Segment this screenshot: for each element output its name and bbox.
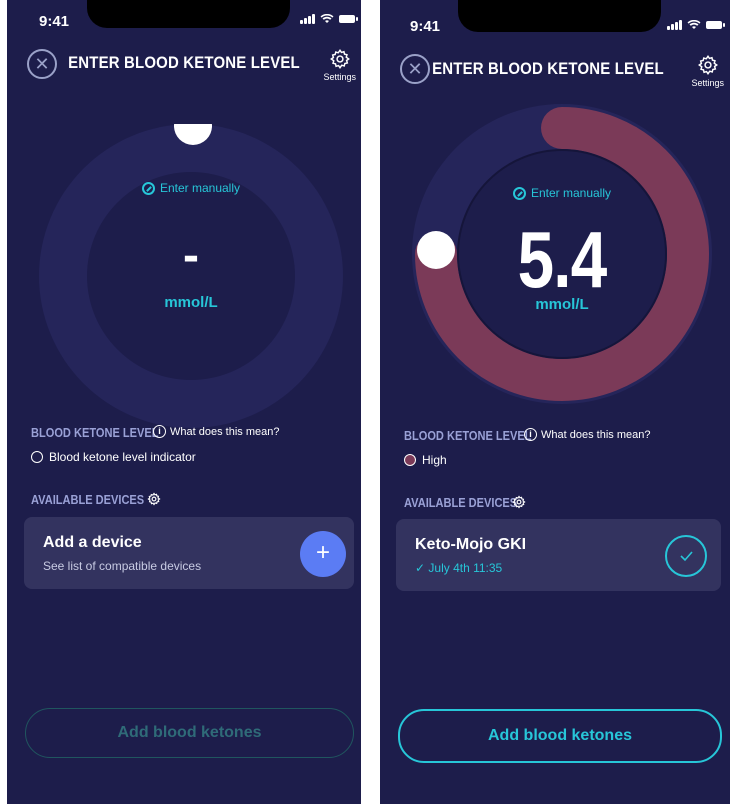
ketone-value: 5.4: [517, 215, 608, 304]
devices-gear-icon[interactable]: [512, 495, 526, 509]
status-time: 9:41: [39, 13, 70, 30]
ketone-unit: mmol/L: [535, 296, 589, 313]
page-title: ENTER BLOOD KETONE LEVEL: [432, 59, 664, 78]
signal-icon: [667, 20, 682, 30]
settings-button[interactable]: Settings: [323, 48, 356, 82]
ketone-dial[interactable]: Enter manually - mmol/L: [39, 124, 343, 428]
notch: [458, 0, 661, 32]
settings-label: Settings: [323, 72, 356, 82]
level-indicator: High: [404, 453, 447, 467]
check-icon: ✓: [415, 561, 429, 575]
page-title: ENTER BLOOD KETONE LEVEL: [68, 53, 300, 72]
system-icons: [667, 20, 725, 30]
info-icon: i: [153, 425, 166, 438]
available-devices-label: AVAILABLE DEVICES: [404, 495, 518, 510]
add-blood-ketones-button[interactable]: Add blood ketones: [398, 709, 722, 763]
gear-icon: [697, 55, 718, 75]
indicator-dot: [404, 454, 416, 466]
add-device-card[interactable]: Add a device See list of compatible devi…: [24, 517, 354, 589]
device-name: Add a device: [43, 534, 142, 551]
notch: [87, 0, 290, 28]
indicator-dot: [31, 451, 43, 463]
checkmark-icon: [680, 551, 693, 562]
device-selected-toggle[interactable]: [665, 535, 707, 577]
add-device-button[interactable]: +: [300, 531, 346, 577]
add-blood-ketones-button[interactable]: Add blood ketones: [25, 708, 354, 758]
blood-ketone-level-label: BLOOD KETONE LEVEL: [404, 428, 532, 443]
plus-icon: +: [315, 539, 330, 566]
edit-icon: [141, 182, 155, 196]
what-does-this-mean-link[interactable]: i What does this mean?: [153, 425, 279, 438]
wifi-icon: [320, 14, 334, 23]
wifi-icon: [687, 20, 701, 29]
device-card-keto-mojo[interactable]: Keto-Mojo GKI ✓ July 4th 11:35: [396, 519, 721, 591]
system-icons: [300, 14, 358, 24]
blood-ketone-level-label: BLOOD KETONE LEVEL: [31, 425, 159, 440]
phone-screen-filled: 9:41 ✕ ENTER BLOOD KETONE LEVEL Settings…: [380, 0, 730, 804]
enter-manually-link[interactable]: Enter manually: [412, 186, 712, 201]
edit-icon: [512, 187, 526, 201]
status-bar: 9:41: [7, 0, 361, 40]
battery-icon: [706, 21, 725, 29]
device-last-sync: ✓ July 4th 11:35: [415, 561, 503, 575]
settings-button[interactable]: Settings: [691, 54, 724, 88]
battery-icon: [339, 15, 358, 23]
devices-gear-icon[interactable]: [147, 492, 161, 506]
status-bar: 9:41: [380, 0, 730, 40]
settings-label: Settings: [691, 78, 724, 88]
ketone-unit: mmol/L: [164, 294, 218, 311]
enter-manually-link[interactable]: Enter manually: [39, 181, 343, 196]
what-does-this-mean-link[interactable]: i What does this mean?: [524, 428, 650, 441]
device-subtitle: See list of compatible devices: [43, 559, 202, 573]
level-indicator: Blood ketone level indicator: [31, 450, 196, 464]
status-time: 9:41: [410, 18, 441, 35]
ketone-dial[interactable]: Enter manually 5.4 mmol/L: [412, 104, 712, 404]
phone-screen-empty: 9:41 ✕ ENTER BLOOD KETONE LEVEL Settings…: [7, 0, 361, 804]
signal-icon: [300, 14, 315, 24]
gear-icon: [329, 49, 350, 69]
ketone-value: -: [183, 229, 199, 282]
info-icon: i: [524, 428, 537, 441]
available-devices-label: AVAILABLE DEVICES: [31, 492, 145, 507]
device-name: Keto-Mojo GKI: [415, 536, 527, 553]
